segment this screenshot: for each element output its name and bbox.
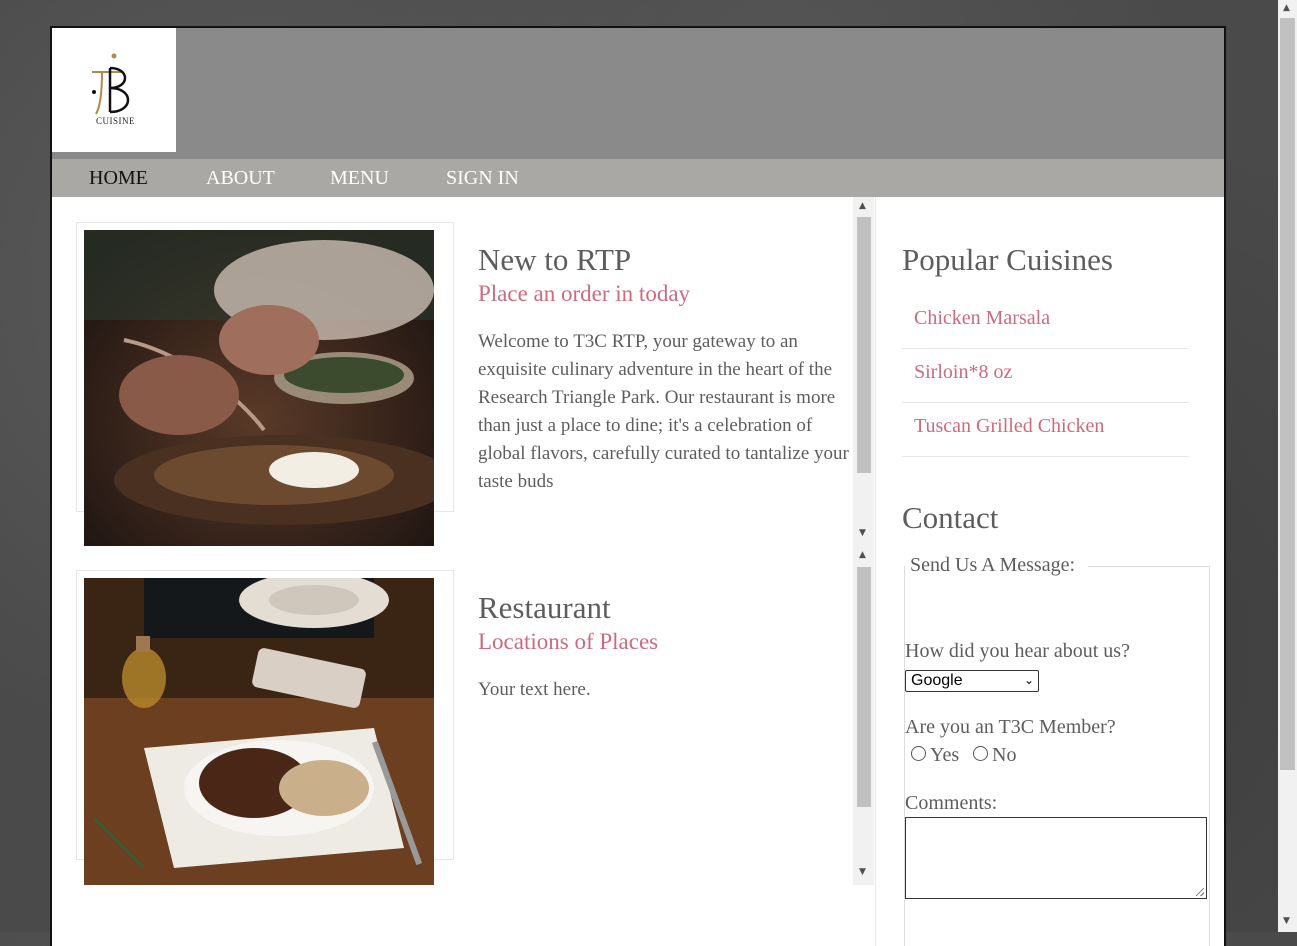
image-frame: [76, 222, 454, 546]
chef-plating-image: [84, 230, 434, 546]
comments-textarea[interactable]: [905, 817, 1207, 899]
article-body: Welcome to T3C RTP, your gateway to an e…: [478, 331, 849, 492]
steak-plate-image: [84, 578, 434, 885]
article-title: Restaurant: [478, 590, 611, 625]
article-scrollbar[interactable]: ▲ ▼: [853, 545, 874, 885]
hear-about-label: How did you hear about us?: [905, 640, 1130, 662]
sidebar: Popular Cuisines Chicken Marsala Sirloin…: [875, 197, 1224, 946]
main-navigation: HOME ABOUT MENU SIGN IN: [52, 159, 1224, 197]
logo[interactable]: CUISINE: [52, 28, 176, 152]
scroll-down-arrow-icon[interactable]: ▼: [1283, 916, 1290, 926]
article-subtitle: Locations of Places: [478, 629, 659, 654]
member-yes-radio[interactable]: [911, 746, 926, 761]
list-item[interactable]: Sirloin*8 oz: [902, 349, 1189, 403]
nav-sign-in[interactable]: SIGN IN: [446, 167, 519, 190]
scrollbar-thumb[interactable]: [857, 567, 871, 807]
cuisine-link[interactable]: Sirloin*8 oz: [914, 361, 1012, 384]
scrollbar-thumb[interactable]: [857, 217, 871, 473]
logo-text: CUISINE: [96, 116, 135, 126]
list-item[interactable]: Tuscan Grilled Chicken: [902, 403, 1189, 457]
cuisine-link[interactable]: Chicken Marsala: [914, 307, 1050, 330]
article-card: Restaurant Locations of Places Your text…: [76, 570, 876, 900]
popular-cuisines-list: Chicken Marsala Sirloin*8 oz Tuscan Gril…: [902, 295, 1189, 457]
no-label: No: [992, 744, 1017, 766]
contact-heading: Contact: [902, 500, 999, 535]
nav-about[interactable]: ABOUT: [206, 167, 275, 190]
yes-label: Yes: [930, 744, 960, 766]
window-scrollbar[interactable]: ▲ ▼: [1278, 0, 1297, 932]
member-label: Are you an T3C Member?: [905, 716, 1116, 738]
nav-home[interactable]: HOME: [89, 167, 148, 190]
resize-grip-icon[interactable]: [1196, 888, 1204, 896]
popular-cuisines-heading: Popular Cuisines: [902, 242, 1113, 277]
article-title: New to RTP: [478, 242, 632, 277]
logo-mark-icon: [92, 53, 130, 115]
member-no-radio[interactable]: [973, 746, 988, 761]
fieldset-border: [1088, 566, 1209, 567]
page-container: CUISINE HOME ABOUT MENU SIGN IN New to R…: [50, 26, 1226, 946]
cuisine-link[interactable]: Tuscan Grilled Chicken: [914, 415, 1104, 438]
image-frame: [76, 570, 454, 885]
article-scrollbar[interactable]: ▲ ▼: [853, 197, 874, 545]
comments-label: Comments:: [905, 792, 998, 814]
article-subtitle: Place an order in today: [478, 281, 691, 306]
main-content: New to RTP Place an order in today Welco…: [52, 197, 874, 946]
chevron-down-icon: ⌄: [1023, 673, 1034, 687]
article-body: Your text here.: [478, 679, 591, 700]
scroll-down-arrow-icon[interactable]: ▼: [859, 528, 866, 538]
nav-menu[interactable]: MENU: [330, 167, 389, 190]
scroll-up-arrow-icon[interactable]: ▲: [859, 550, 866, 560]
scroll-up-arrow-icon[interactable]: ▲: [859, 201, 866, 211]
header-banner: CUISINE: [52, 28, 1224, 159]
scroll-up-arrow-icon[interactable]: ▲: [1283, 3, 1290, 13]
select-value: Google: [911, 672, 963, 689]
list-item[interactable]: Chicken Marsala: [902, 295, 1189, 349]
form-legend: Send Us A Message:: [907, 554, 1078, 577]
article-card: New to RTP Place an order in today Welco…: [76, 222, 876, 552]
hear-about-select[interactable]: Google ⌄: [905, 670, 1039, 692]
window-scrollbar-thumb[interactable]: [1280, 18, 1295, 770]
scroll-down-arrow-icon[interactable]: ▼: [859, 867, 866, 877]
